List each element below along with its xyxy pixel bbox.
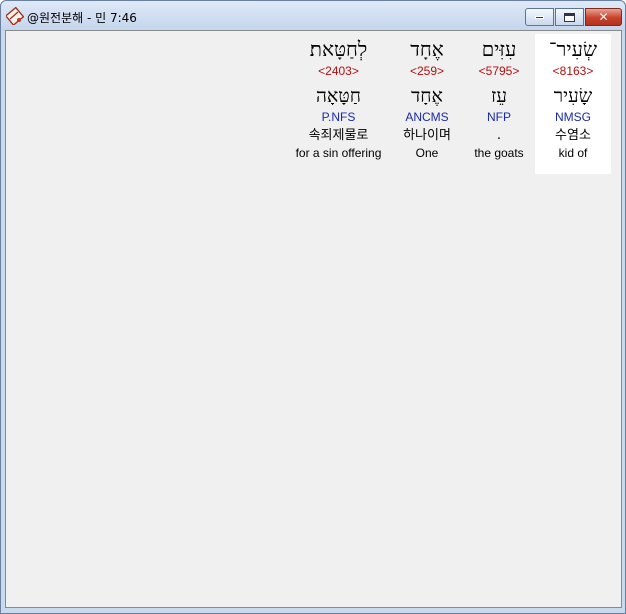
maximize-icon [564,12,575,22]
korean-gloss: . [496,128,502,143]
hebrew-word[interactable]: לְחַטָּאת׃ [310,36,367,64]
parsing-code: ANCMS [405,110,449,124]
word-column[interactable]: עִזִּים <5795> עֵז NFP . the goats [465,34,533,174]
english-gloss: for a sin offering [295,146,382,160]
parsing-code: NMSG [555,110,591,124]
minimize-icon [535,15,544,19]
window-title: @원전분해 - 민 7:46 [27,11,137,25]
hebrew-word[interactable]: שְׂעִיר־ [549,36,597,64]
word-column[interactable]: לְחַטָּאת׃ <2403> חַטָּאָה P.NFS 속죄제물로 f… [288,34,389,174]
korean-gloss: 수염소 [555,128,591,143]
english-gloss: the goats [474,146,524,160]
strong-number[interactable]: <2403> [318,64,359,80]
maximize-button[interactable] [555,8,584,26]
hebrew-root[interactable]: עֵז [491,84,507,110]
parsing-code: NFP [487,110,511,124]
english-gloss: kid of [558,146,588,160]
hebrew-root[interactable]: חַטָּאָה [316,84,361,110]
word-column[interactable]: שְׂעִיר־ <8163> שָׂעִיר NMSG 수염소 kid of [535,34,611,174]
app-window: @원전분해 - 민 7:46 ✕ שְׂעִיר־ <8163> שָׂעִיר… [0,0,626,614]
strong-number[interactable]: <5795> [479,64,520,80]
title-bar[interactable]: @원전분해 - 민 7:46 ✕ [1,1,625,31]
app-book-icon[interactable] [6,7,24,25]
hebrew-root[interactable]: אֶחָד [411,84,443,110]
hebrew-word[interactable]: עִזִּים [482,36,517,64]
hebrew-root[interactable]: שָׂעִיר [554,84,593,110]
close-icon: ✕ [598,10,609,24]
close-button[interactable]: ✕ [585,8,622,26]
word-column[interactable]: אֶחָד <259> אֶחָד ANCMS 하나이며 One [391,34,463,174]
strong-number[interactable]: <8163> [553,64,594,80]
hebrew-word[interactable]: אֶחָד [410,36,443,64]
korean-gloss: 하나이며 [403,128,451,143]
parsing-code: P.NFS [321,110,356,124]
korean-gloss: 속죄제물로 [308,128,369,143]
interlinear-panel: שְׂעִיר־ <8163> שָׂעִיר NMSG 수염소 kid of … [5,30,622,608]
strong-number[interactable]: <259> [410,64,444,80]
english-gloss: One [415,146,439,160]
minimize-button[interactable] [525,8,554,26]
